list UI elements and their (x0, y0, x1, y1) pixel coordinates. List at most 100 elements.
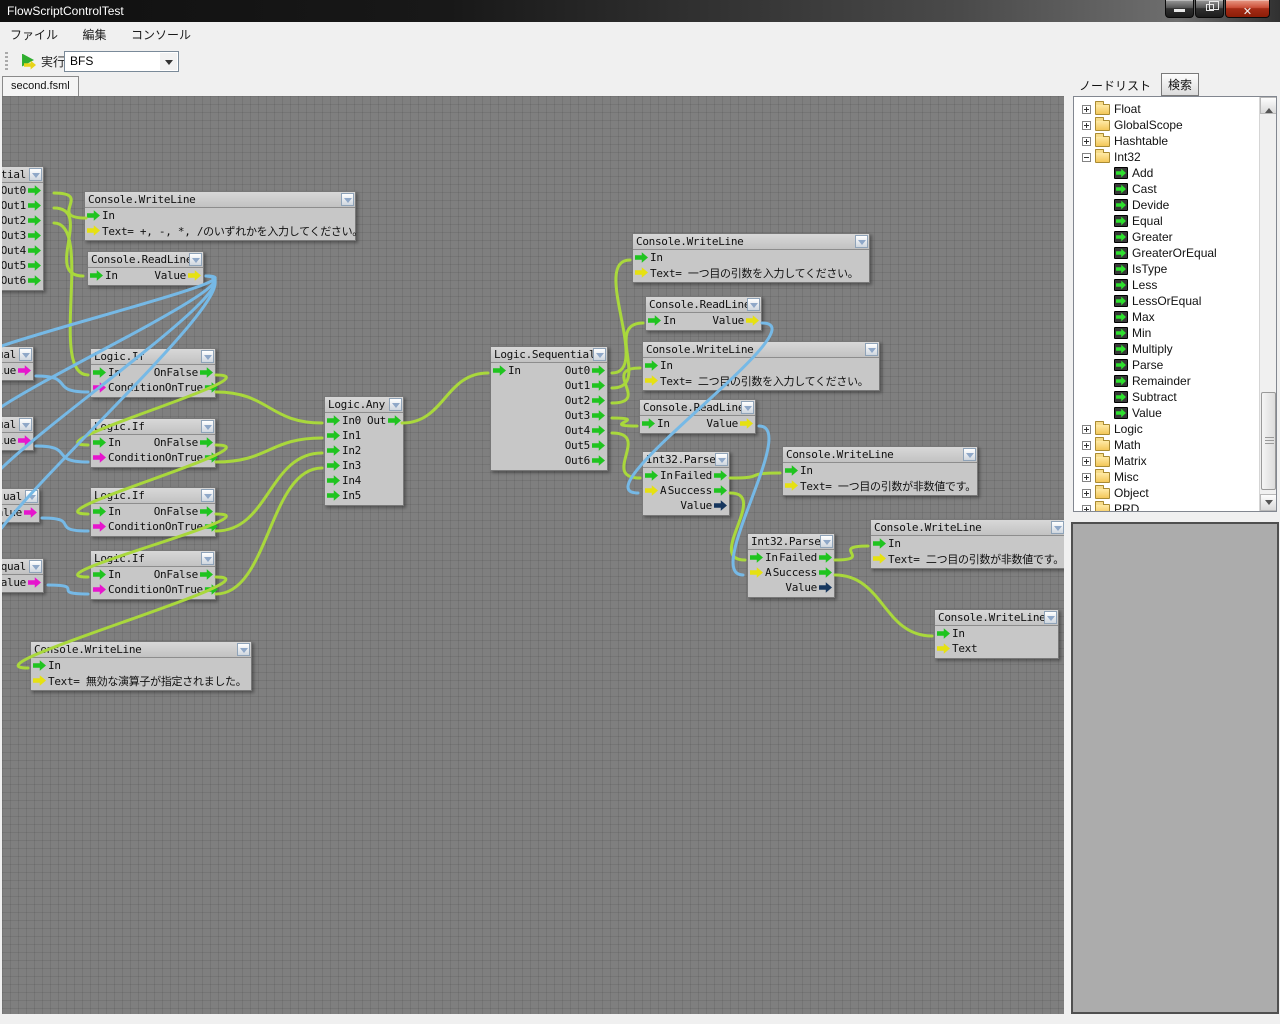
tree-item-Logic[interactable]: Logic (1074, 421, 1259, 437)
node-menu-dropdown-icon[interactable] (341, 193, 354, 206)
pin-Value-icon[interactable] (714, 500, 727, 511)
expand-icon[interactable] (1082, 121, 1091, 130)
node-menu-dropdown-icon[interactable] (25, 490, 38, 503)
pin-Out4-icon[interactable] (592, 425, 605, 436)
run-button[interactable]: 実行 (14, 50, 71, 73)
pin-Out0-icon[interactable] (592, 365, 605, 376)
expand-icon[interactable] (1082, 425, 1091, 434)
document-tab[interactable]: second.fsml (2, 76, 79, 96)
tab-nodelist[interactable]: ノードリスト (1073, 75, 1157, 96)
expand-icon[interactable] (1082, 137, 1091, 146)
tree-item-Int32[interactable]: Int32 (1074, 149, 1259, 165)
node-if2[interactable]: Logic.IfInOnFalseConditionOnTrue (90, 418, 216, 468)
node-menu-dropdown-icon[interactable] (963, 448, 976, 461)
node-if1[interactable]: Logic.IfInOnFalseConditionOnTrue (90, 348, 216, 398)
pin-Text= 二つ目の引数を入力してください。-icon[interactable] (645, 375, 658, 386)
node-any[interactable]: Logic.AnyIn0OutIn1In2In3In4In5 (324, 396, 404, 506)
pin-In0-icon[interactable] (327, 415, 340, 426)
pin-Value-icon[interactable] (740, 418, 753, 429)
graph-canvas[interactable]: entialOut0Out1Out2Out3Out4Out5Out6 Consol… (2, 96, 1064, 1014)
node-menu-dropdown-icon[interactable] (189, 253, 202, 266)
pin-In-icon[interactable] (93, 437, 106, 448)
node-menu-dropdown-icon[interactable] (1044, 611, 1057, 624)
pin-Out2-icon[interactable] (592, 395, 605, 406)
node-wl7[interactable]: Console.WriteLineInText= 無効な演算子が指定されました。 (30, 641, 252, 691)
pin-In5-icon[interactable] (327, 490, 340, 501)
pin-Failed-icon[interactable] (819, 552, 832, 563)
tree-item-GlobalScope[interactable]: GlobalScope (1074, 117, 1259, 133)
pin-In3-icon[interactable] (327, 460, 340, 471)
pin-A-icon[interactable] (750, 567, 763, 578)
pin-Out5-icon[interactable] (28, 260, 41, 271)
tree-item-Matrix[interactable]: Matrix (1074, 453, 1259, 469)
node-menu-dropdown-icon[interactable] (1051, 521, 1064, 534)
tree-item-Value[interactable]: Value (1074, 405, 1259, 421)
tree-scrollbar[interactable] (1259, 97, 1276, 511)
node-seq[interactable]: Logic.SequentialInOut0Out1Out2Out3Out4Ou… (490, 346, 608, 471)
pin-OnTrue-icon[interactable] (205, 521, 218, 532)
node-menu-dropdown-icon[interactable] (201, 350, 214, 363)
pin-Condition-icon[interactable] (93, 382, 106, 393)
pin-Out5-icon[interactable] (592, 440, 605, 451)
tree-item-Min[interactable]: Min (1074, 325, 1259, 341)
scroll-thumb[interactable] (1261, 392, 1276, 490)
tree-item-Hashtable[interactable]: Hashtable (1074, 133, 1259, 149)
pin-In-icon[interactable] (493, 365, 506, 376)
combo-dropdown-icon[interactable] (160, 53, 177, 70)
tree-item-PRD[interactable]: PRD (1074, 501, 1259, 511)
node-menu-dropdown-icon[interactable] (820, 535, 833, 548)
node-menu-dropdown-icon[interactable] (865, 343, 878, 356)
pin-Out1-icon[interactable] (592, 380, 605, 391)
pin-Failed-icon[interactable] (714, 470, 727, 481)
node-eq3[interactable]: ualalue (2, 488, 40, 523)
pin-OnFalse-icon[interactable] (200, 569, 213, 580)
pin-In-icon[interactable] (93, 569, 106, 580)
restore-button[interactable] (1195, 0, 1224, 18)
tree-item-Cast[interactable]: Cast (1074, 181, 1259, 197)
pin-In-icon[interactable] (90, 270, 103, 281)
node-p2[interactable]: Int32.ParseInFailedASuccessValue (747, 533, 835, 598)
pin-In-icon[interactable] (93, 367, 106, 378)
pin-Out4-icon[interactable] (28, 245, 41, 256)
pin-Condition-icon[interactable] (93, 584, 106, 595)
node-menu-dropdown-icon[interactable] (201, 489, 214, 502)
pin-In-icon[interactable] (937, 628, 950, 639)
tree-item-Devide[interactable]: Devide (1074, 197, 1259, 213)
node-menu-dropdown-icon[interactable] (29, 560, 42, 573)
node-wl5[interactable]: Console.WriteLineInText= 二つ目の引数が非数値です。 (870, 519, 1064, 569)
pin-OnTrue-icon[interactable] (205, 452, 218, 463)
pin-In-icon[interactable] (642, 418, 655, 429)
menu-edit[interactable]: 編集 (72, 22, 116, 47)
node-menu-dropdown-icon[interactable] (29, 168, 42, 181)
tree-item-LessOrEqual[interactable]: LessOrEqual (1074, 293, 1259, 309)
menu-console[interactable]: コンソール (121, 22, 201, 47)
pin-In-icon[interactable] (93, 506, 106, 517)
minimize-button[interactable] (1165, 0, 1194, 18)
node-menu-dropdown-icon[interactable] (855, 235, 868, 248)
pin-In2-icon[interactable] (327, 445, 340, 456)
tree-item-Object[interactable]: Object (1074, 485, 1259, 501)
pin-In-icon[interactable] (648, 315, 661, 326)
tree-item-GreaterOrEqual[interactable]: GreaterOrEqual (1074, 245, 1259, 261)
pin-Value-icon[interactable] (746, 315, 759, 326)
expand-icon[interactable] (1082, 489, 1091, 498)
tree-item-Math[interactable]: Math (1074, 437, 1259, 453)
node-seq-left[interactable]: entialOut0Out1Out2Out3Out4Out5Out6 (2, 166, 44, 291)
pin-A-icon[interactable] (645, 485, 658, 496)
collapse-icon[interactable] (1082, 153, 1091, 162)
pin-Text= 一つ目の引数が非数値です。-icon[interactable] (785, 480, 798, 491)
node-if4[interactable]: Logic.IfInOnFalseConditionOnTrue (90, 550, 216, 600)
menu-file[interactable]: ファイル (0, 22, 68, 47)
pin-OnTrue-icon[interactable] (205, 584, 218, 595)
tree-item-Greater[interactable]: Greater (1074, 229, 1259, 245)
node-menu-dropdown-icon[interactable] (741, 401, 754, 414)
pin-Success-icon[interactable] (714, 485, 727, 496)
node-if3[interactable]: Logic.IfInOnFalseConditionOnTrue (90, 487, 216, 537)
node-wl4[interactable]: Console.WriteLineInText= 一つ目の引数が非数値です。 (782, 446, 978, 496)
tree-item-Max[interactable]: Max (1074, 309, 1259, 325)
node-menu-dropdown-icon[interactable] (715, 453, 728, 466)
node-menu-dropdown-icon[interactable] (201, 420, 214, 433)
pin-Out3-icon[interactable] (28, 230, 41, 241)
pin-In-icon[interactable] (87, 210, 100, 221)
pin-Text= 二つ目の引数が非数値です。-icon[interactable] (873, 553, 886, 564)
